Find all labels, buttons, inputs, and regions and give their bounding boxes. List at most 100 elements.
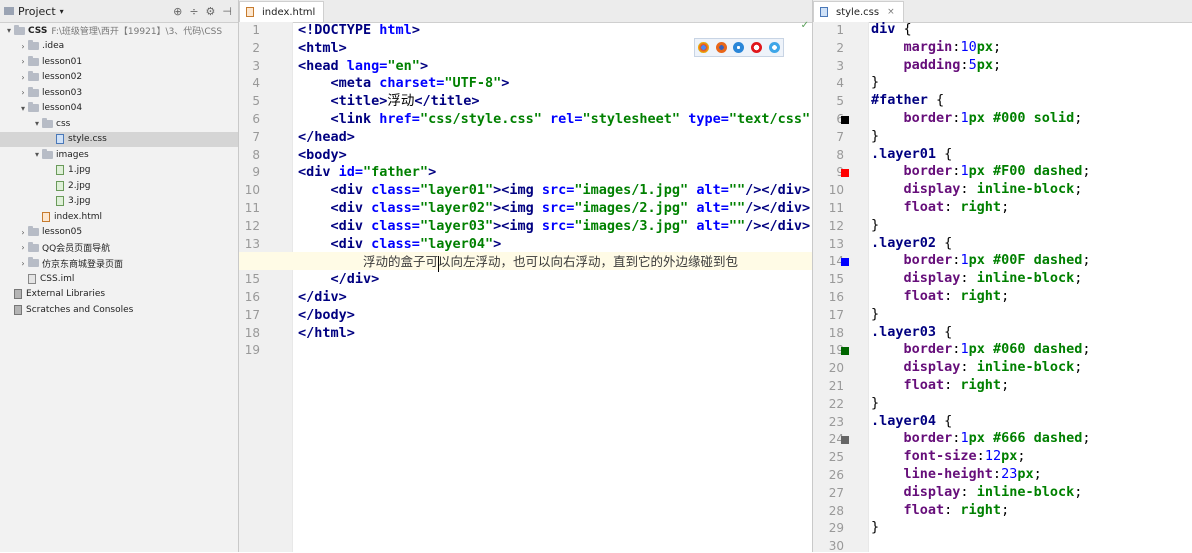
line-number: 17 xyxy=(828,307,844,322)
line-number: 18 xyxy=(828,325,844,340)
chinese-text-line: 浮动的盒子可以向左浮动，也可以向右浮动，直到它的外边缘碰到包 xyxy=(363,254,739,270)
locate-icon[interactable]: ⊕ xyxy=(173,5,182,18)
tree-item[interactable]: › 仿京东商城登录页面 xyxy=(0,256,238,271)
html-code-area[interactable]: <!DOCTYPE html> <html> <head lang="en"> … xyxy=(298,22,812,552)
chevron-right-icon[interactable]: › xyxy=(18,243,28,252)
close-icon[interactable]: × xyxy=(887,7,895,17)
color-swatch[interactable] xyxy=(841,436,849,445)
project-view-selector[interactable]: Project ▾ xyxy=(4,5,64,18)
line-number: 16 xyxy=(828,290,844,304)
tree-item[interactable]: style.css xyxy=(0,131,238,147)
line-number: 17 xyxy=(244,307,260,322)
line-number: 8 xyxy=(252,147,260,162)
folder-icon xyxy=(42,148,53,159)
css-editor: style.css × 1234567891011121314151617181… xyxy=(813,0,1192,553)
line-number: 4 xyxy=(252,76,260,91)
line-number: 19 xyxy=(828,343,844,358)
tree-item[interactable]: 3.jpg xyxy=(0,194,238,209)
tree-item-label: style.css xyxy=(68,134,107,144)
tree-item-label: Scratches and Consoles xyxy=(26,304,134,315)
tree-item[interactable]: index.html xyxy=(0,209,238,224)
line-number: 30 xyxy=(828,539,844,553)
line-number-gutter: 12345678910111213141516171819 xyxy=(239,22,292,552)
folder-icon xyxy=(28,55,39,66)
tree-item-label: lesson02 xyxy=(42,72,83,82)
project-panel: Project ▾ ⊕ ÷ ⚙ ⊣ ▾ CSS F:\班级管理\西开【19921】\… xyxy=(0,0,239,552)
line-number: 19 xyxy=(244,343,260,358)
tree-item[interactable]: External Libraries xyxy=(0,287,238,302)
chevron-right-icon[interactable]: › xyxy=(18,88,28,97)
color-swatch[interactable] xyxy=(841,258,849,267)
chevron-right-icon[interactable]: › xyxy=(18,73,28,82)
tree-item[interactable]: 2.jpg xyxy=(0,178,238,193)
tree-item-label: css xyxy=(56,118,71,129)
chrome-icon[interactable] xyxy=(698,42,710,53)
chevron-down-icon[interactable]: ▾ xyxy=(4,26,14,35)
chevron-down-icon[interactable]: ▾ xyxy=(32,150,42,159)
firefox-icon[interactable] xyxy=(715,42,727,53)
tab-index-html[interactable]: index.html xyxy=(239,1,325,22)
line-number: 7 xyxy=(836,129,844,144)
html-file-icon xyxy=(246,7,254,17)
safari-icon[interactable] xyxy=(733,42,745,53)
hide-icon[interactable]: ⊣ xyxy=(222,5,232,18)
jpg-file-icon xyxy=(56,165,64,175)
chevron-down-icon[interactable]: ▾ xyxy=(32,119,42,128)
line-number: 5 xyxy=(252,94,260,109)
line-number: 9 xyxy=(814,165,844,179)
opera-icon[interactable] xyxy=(751,42,763,53)
line-number: 11 xyxy=(828,201,844,215)
line-number: 13 xyxy=(244,236,260,251)
line-number: 28 xyxy=(828,503,844,518)
ie-icon[interactable] xyxy=(768,42,780,53)
folder-icon xyxy=(42,117,53,128)
tree-item[interactable]: › lesson02 xyxy=(0,70,238,85)
tree-item[interactable]: › lesson05 xyxy=(0,225,238,240)
project-icon xyxy=(4,7,14,15)
chevron-right-icon[interactable]: › xyxy=(18,42,28,51)
line-number: 2 xyxy=(836,40,844,55)
chevron-down-icon[interactable]: ▾ xyxy=(18,104,28,113)
line-number: 10 xyxy=(244,183,260,198)
tree-item[interactable]: › lesson03 xyxy=(0,85,238,100)
line-number: 11 xyxy=(244,201,260,215)
tree-item[interactable]: ▾ images xyxy=(0,147,238,162)
line-number: 6 xyxy=(252,112,260,126)
tree-item[interactable]: ▾ CSS F:\班级管理\西开【19921】\3、代码\CSS xyxy=(0,23,238,38)
html-file-icon xyxy=(42,211,50,222)
line-number: 25 xyxy=(828,450,844,465)
tree-item[interactable]: 1.jpg xyxy=(0,163,238,178)
line-number: 10 xyxy=(828,183,844,198)
chevron-right-icon[interactable]: › xyxy=(18,228,28,237)
line-number: 12 xyxy=(244,218,260,233)
tree-item[interactable]: ▾ css xyxy=(0,116,238,131)
tab-style-css[interactable]: style.css × xyxy=(813,1,904,22)
line-number: 21 xyxy=(828,379,844,393)
css-code-area[interactable]: div { margin:10px; padding:5px; } #fathe… xyxy=(871,21,1192,552)
tree-item-label: lesson05 xyxy=(42,227,83,237)
tree-item[interactable]: ▾ lesson04 xyxy=(0,101,238,116)
tree-item[interactable]: › .idea xyxy=(0,39,238,54)
color-swatch[interactable] xyxy=(841,169,849,178)
lib-file-icon xyxy=(14,304,22,315)
line-number: 12 xyxy=(828,218,844,233)
color-swatch[interactable] xyxy=(841,347,849,356)
tree-item-label: index.html xyxy=(54,211,102,222)
chevron-right-icon[interactable]: › xyxy=(18,57,28,66)
color-swatch[interactable] xyxy=(841,116,849,124)
folder-icon xyxy=(28,226,39,236)
tree-item-label: QQ会员页面导航 xyxy=(42,244,111,254)
collapse-icon[interactable]: ÷ xyxy=(189,5,198,18)
gear-icon[interactable]: ⚙ xyxy=(206,5,216,18)
css-file-icon xyxy=(56,134,64,144)
tree-item[interactable]: › QQ会员页面导航 xyxy=(0,240,238,255)
folder-icon xyxy=(28,86,39,97)
tree-item[interactable]: Scratches and Consoles xyxy=(0,302,238,317)
chevron-right-icon[interactable]: › xyxy=(18,259,28,268)
line-number: 16 xyxy=(244,290,260,304)
tree-item-label: 仿京东商城登录页面 xyxy=(42,259,124,270)
tree-item[interactable]: CSS.iml xyxy=(0,271,238,286)
tree-item[interactable]: › lesson01 xyxy=(0,54,238,69)
folder-icon xyxy=(28,71,39,81)
line-number: 13 xyxy=(828,236,844,251)
